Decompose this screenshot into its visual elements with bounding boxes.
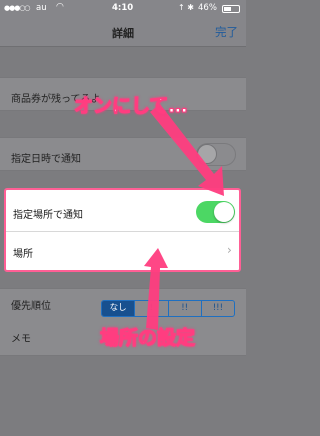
done-button[interactable]: 完了 — [215, 24, 238, 40]
place-notify-label: 指定場所で通知 — [13, 210, 83, 221]
priority-medium[interactable]: !! — [167, 301, 201, 316]
priority-label: 優先順位 — [11, 301, 51, 312]
status-time: 4:10 — [112, 3, 134, 13]
place-notify-row: 指定場所で通知 — [6, 190, 239, 232]
page-title: 詳細 — [112, 27, 134, 40]
signal-strength-icon: ●●●○○ — [4, 4, 31, 12]
carrier-label: au — [36, 3, 47, 13]
place-label: 場所 — [13, 249, 33, 260]
location-bluetooth-icons: ↑ ✱ — [178, 3, 194, 12]
battery-icon — [222, 5, 240, 13]
date-notify-toggle[interactable] — [196, 143, 236, 166]
navigation-bar: 詳細 完了 — [0, 17, 246, 47]
date-notify-row: 指定日時で通知 — [0, 137, 246, 171]
place-row[interactable]: 場所 › — [6, 233, 239, 270]
battery-percent: 46% — [198, 3, 217, 13]
priority-segmented-control[interactable]: なし ! !! !!! — [101, 300, 235, 317]
top-annotation-caption: オンにして… — [73, 95, 188, 118]
toggle-knob — [197, 144, 217, 164]
memo-label: メモ — [11, 334, 31, 345]
status-bar: ●●●○○ au ◠ 4:10 ↑ ✱ 46% — [0, 0, 246, 17]
priority-low[interactable]: ! — [134, 301, 167, 316]
priority-none[interactable]: なし — [102, 301, 135, 316]
wifi-icon: ◠ — [56, 2, 64, 12]
place-notify-toggle[interactable] — [196, 201, 235, 223]
place-settings-highlight: 指定場所で通知 場所 › — [4, 188, 241, 272]
toggle-knob — [214, 202, 234, 222]
chevron-right-icon: › — [227, 243, 232, 257]
bottom-annotation-caption: 場所の設定 — [99, 327, 196, 350]
date-notify-label: 指定日時で通知 — [11, 154, 81, 165]
priority-high[interactable]: !!! — [200, 301, 234, 316]
